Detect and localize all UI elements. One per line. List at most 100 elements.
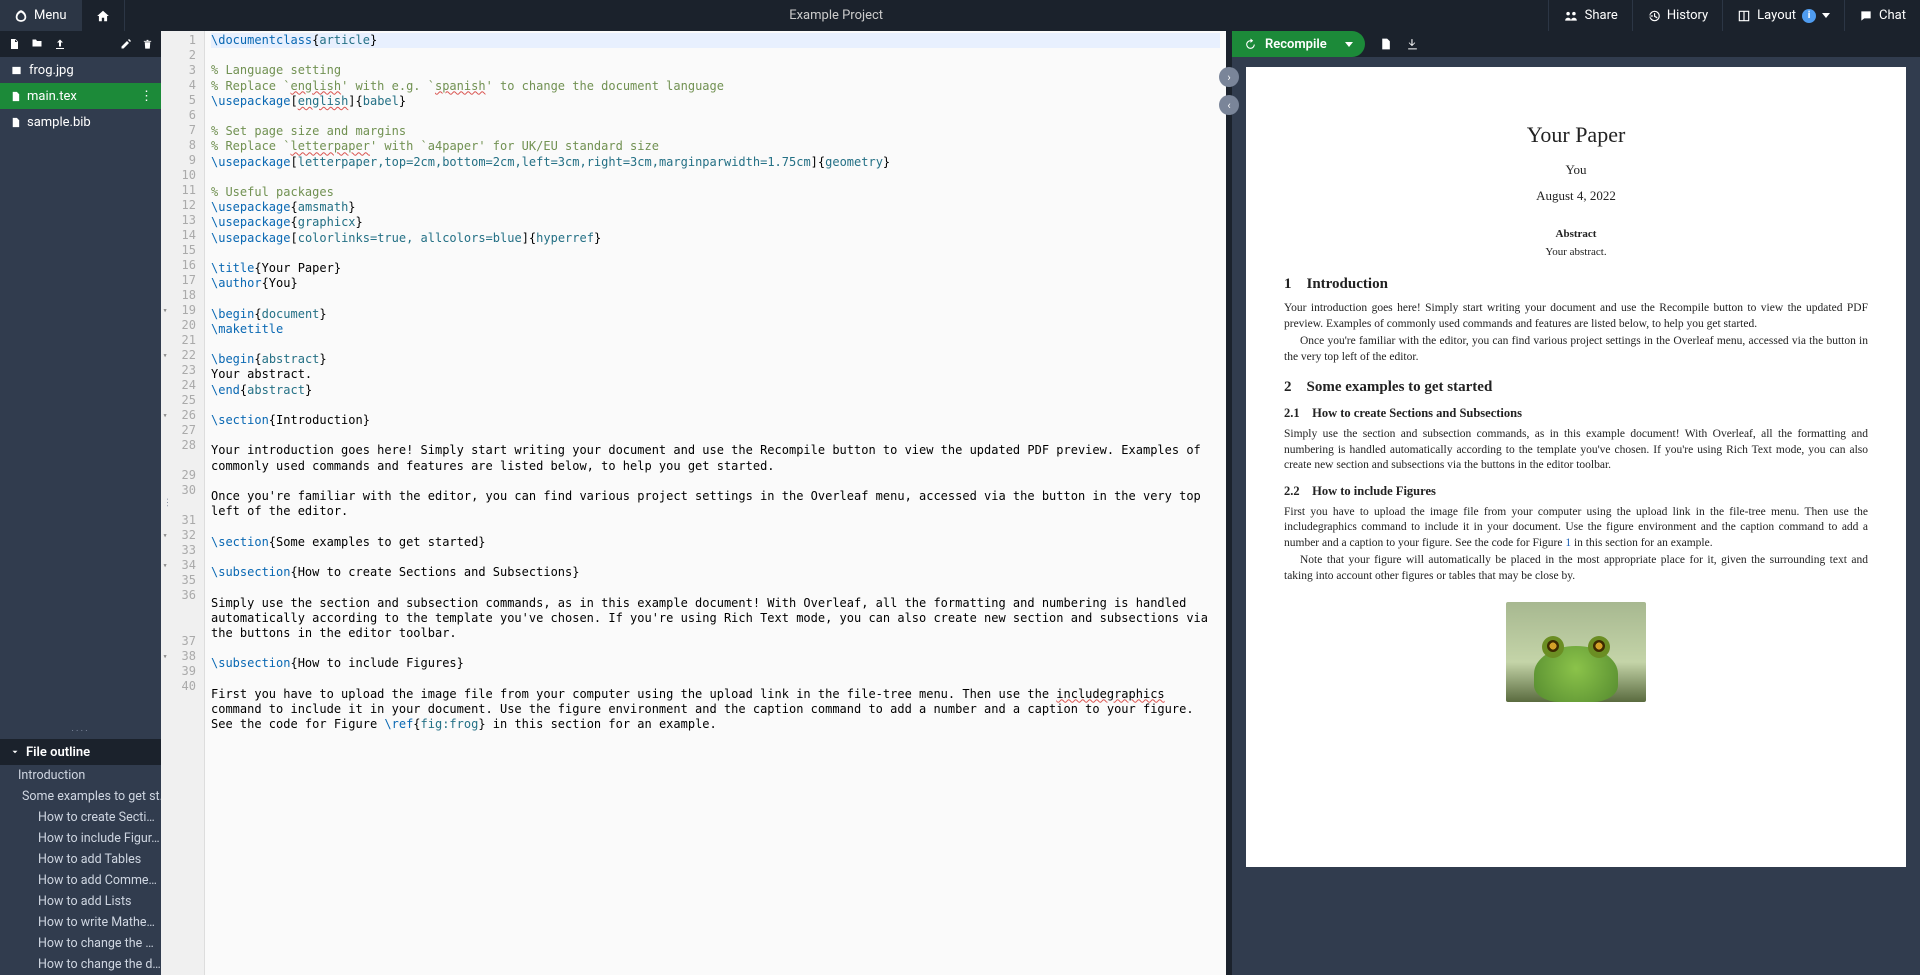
outline-item[interactable]: How to add Comme… [0,870,161,891]
code-line[interactable]: \subsection{How to create Sections and S… [211,565,1220,580]
code-line[interactable]: \usepackage[english]{babel} [211,94,1220,109]
line-number[interactable]: 30 [161,483,204,513]
file-item-sample-bib[interactable]: sample.bib [0,109,161,135]
code-line[interactable]: \maketitle [211,322,1220,337]
line-number[interactable]: 17 [161,273,204,288]
sync-pdf-to-code-button[interactable]: ‹ [1219,95,1239,115]
line-number[interactable]: 31 [161,513,204,528]
line-number[interactable]: 6 [161,108,204,123]
code-line[interactable]: % Set page size and margins [211,124,1220,139]
code-line[interactable]: \usepackage[colorlinks=true, allcolors=b… [211,231,1220,246]
line-number[interactable]: 36 [161,588,204,634]
code-line[interactable]: \title{Your Paper} [211,261,1220,276]
code-line[interactable] [211,520,1220,535]
code-line[interactable]: Simply use the section and subsection co… [211,596,1220,642]
code-editor[interactable]: \documentclass{article} % Language setti… [205,31,1226,975]
line-number[interactable]: 10 [161,168,204,183]
line-number[interactable]: 1 [161,33,204,48]
home-button[interactable] [82,0,125,31]
code-line[interactable] [211,398,1220,413]
line-number[interactable]: 7 [161,123,204,138]
rename-icon[interactable] [120,38,132,50]
outline-item[interactable]: Some examples to get st… [0,786,161,807]
sync-code-to-pdf-button[interactable]: › [1219,67,1239,87]
outline-item[interactable]: Introduction [0,765,161,786]
line-number[interactable]: 33 [161,543,204,558]
code-line[interactable]: Your abstract. [211,367,1220,382]
line-number[interactable]: 13 [161,213,204,228]
line-number[interactable]: 22 [161,348,204,363]
line-number[interactable]: 32 [161,528,204,543]
code-line[interactable]: First you have to upload the image file … [211,687,1220,733]
line-number[interactable]: 24 [161,378,204,393]
code-line[interactable]: \begin{abstract} [211,352,1220,367]
code-line[interactable] [211,474,1220,489]
code-line[interactable]: \section{Introduction} [211,413,1220,428]
file-item-frog-jpg[interactable]: frog.jpg [0,57,161,83]
code-line[interactable]: \subsection{How to include Figures} [211,656,1220,671]
line-number[interactable]: 14 [161,228,204,243]
code-line[interactable]: \usepackage{graphicx} [211,215,1220,230]
file-menu-icon[interactable]: ⋮ [140,89,153,104]
new-folder-icon[interactable] [30,37,44,49]
line-number[interactable]: 12 [161,198,204,213]
outline-item[interactable]: How to create Sectio… [0,807,161,828]
code-line[interactable] [211,337,1220,352]
line-number[interactable]: 3 [161,63,204,78]
line-number[interactable]: 40 [161,679,204,725]
pdf-viewer[interactable]: Your Paper You August 4, 2022 Abstract Y… [1232,57,1920,975]
file-item-main-tex[interactable]: main.tex⋮ [0,83,161,109]
line-number[interactable]: 38 [161,649,204,664]
line-number[interactable]: 4 [161,78,204,93]
code-line[interactable] [211,109,1220,124]
new-file-icon[interactable] [8,37,20,51]
separator[interactable]: ···· [0,724,161,739]
layout-button[interactable]: Layout i [1722,0,1844,31]
code-line[interactable]: \author{You} [211,276,1220,291]
outline-item[interactable]: How to add Lists [0,891,161,912]
code-line[interactable]: \documentclass{article} [211,33,1220,48]
line-number[interactable]: 5 [161,93,204,108]
code-line[interactable] [211,291,1220,306]
line-number[interactable]: 35 [161,573,204,588]
code-line[interactable] [211,672,1220,687]
code-line[interactable] [211,580,1220,595]
outline-item[interactable]: How to write Mathe… [0,912,161,933]
file-outline-toggle[interactable]: File outline [0,739,161,765]
line-number[interactable]: 26 [161,408,204,423]
delete-icon[interactable] [142,38,153,51]
outline-item[interactable]: How to change the d… [0,954,161,975]
code-line[interactable]: \usepackage[letterpaper,top=2cm,bottom=2… [211,155,1220,170]
line-number[interactable]: 29 [161,468,204,483]
recompile-button[interactable]: Recompile [1232,31,1365,57]
menu-button[interactable]: Menu [0,0,82,31]
caret-down-icon[interactable] [1345,42,1353,47]
line-number[interactable]: 20 [161,318,204,333]
code-line[interactable] [211,428,1220,443]
code-line[interactable]: Your introduction goes here! Simply star… [211,443,1220,473]
code-line[interactable]: % Useful packages [211,185,1220,200]
download-pdf-icon[interactable] [1406,37,1419,51]
line-number[interactable]: 8 [161,138,204,153]
line-number[interactable]: 15 [161,243,204,258]
line-number[interactable]: 34 [161,558,204,573]
line-number[interactable]: 11 [161,183,204,198]
outline-item[interactable]: How to add Tables [0,849,161,870]
code-line[interactable] [211,48,1220,63]
upload-icon[interactable] [54,37,66,51]
splitter[interactable]: › ‹ [1226,31,1232,975]
code-line[interactable]: \end{abstract} [211,383,1220,398]
outline-item[interactable]: How to change the … [0,933,161,954]
code-line[interactable] [211,550,1220,565]
line-number[interactable]: 23 [161,363,204,378]
code-line[interactable]: \usepackage{amsmath} [211,200,1220,215]
share-button[interactable]: Share [1548,0,1632,31]
line-number[interactable]: 9 [161,153,204,168]
code-line[interactable]: \begin{document} [211,307,1220,322]
editor-pane[interactable]: ··· 123456789101112131415161718192021222… [161,31,1226,975]
line-number[interactable]: 39 [161,664,204,679]
code-line[interactable]: % Replace `letterpaper' with `a4paper' f… [211,139,1220,154]
history-button[interactable]: History [1632,0,1722,31]
code-line[interactable]: Once you're familiar with the editor, yo… [211,489,1220,519]
line-number[interactable]: 18 [161,288,204,303]
